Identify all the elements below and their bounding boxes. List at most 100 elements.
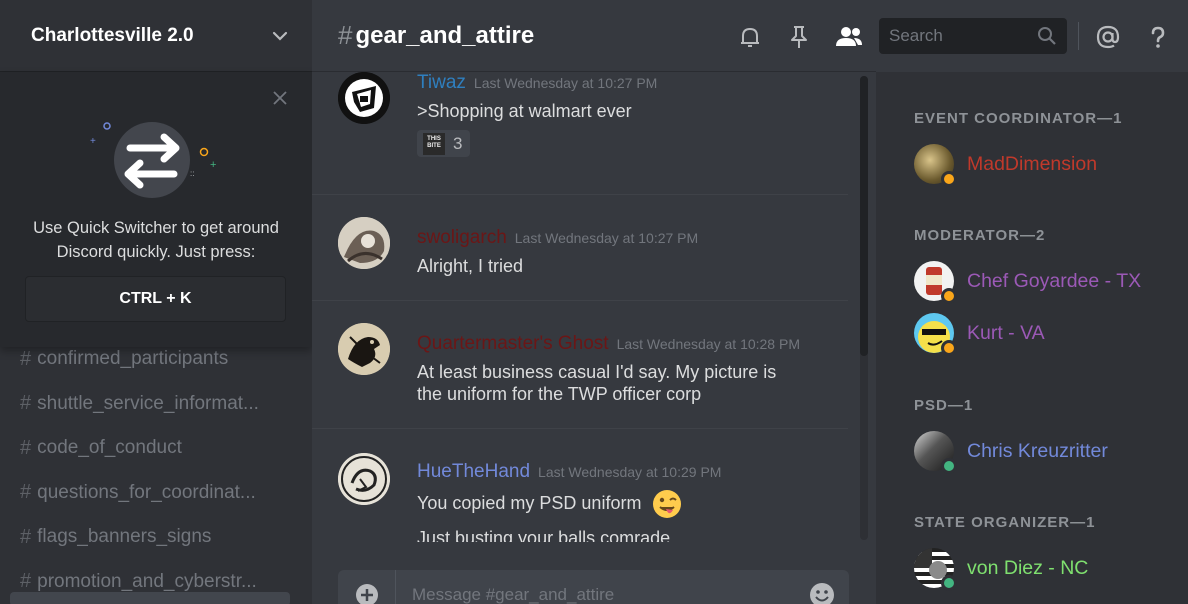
message-list: Tiwaz Last Wednesday at 10:27 PM >Shoppi…: [312, 72, 860, 542]
search-box[interactable]: [879, 18, 1067, 54]
search-icon: [1038, 27, 1056, 45]
member-item[interactable]: Chris Kreuzritter: [914, 431, 1108, 474]
hash-icon: #: [20, 347, 32, 370]
channel-item[interactable]: # flags_banners_signs: [0, 515, 312, 560]
bell-icon: [741, 28, 759, 47]
chat-area: # gear_and_attire Tiwaz Last Wednesday a…: [312, 0, 876, 604]
svg-text:+: +: [210, 159, 216, 171]
message-group: HueTheHand Last Wednesday at 10:29 PM Yo…: [312, 428, 848, 542]
message-group: Tiwaz Last Wednesday at 10:27 PM >Shoppi…: [312, 72, 848, 157]
idle-status-icon: [941, 288, 957, 304]
member-item[interactable]: Chef Goyardee - TX: [914, 261, 1142, 304]
channel-sidebar: Charlottesville 2.0 # confirmed_participa…: [0, 0, 312, 604]
avatar[interactable]: [338, 72, 390, 124]
avatar[interactable]: [338, 323, 390, 375]
message-timestamp: Last Wednesday at 10:28 PM: [616, 336, 800, 352]
message-line: You copied my PSD uniform: [417, 492, 642, 513]
role-header: PSD—1: [914, 397, 974, 414]
channel-item[interactable]: # code_of_conduct: [0, 426, 312, 471]
avatar: [914, 548, 957, 591]
channel-hash: #: [338, 20, 353, 50]
online-status-icon: [941, 575, 957, 591]
winking-tongue-emoji-icon: [653, 490, 682, 518]
chevron-down-icon[interactable]: [272, 31, 288, 41]
toolbar-divider: [1078, 22, 1079, 50]
notification-settings-button[interactable]: [737, 24, 763, 50]
channel-name: code_of_conduct: [37, 437, 182, 459]
members-icon: [836, 27, 862, 46]
avatar: [914, 144, 957, 187]
member-item[interactable]: Kurt - VA: [914, 313, 1045, 356]
hash-icon: #: [20, 525, 32, 548]
channel-name: questions_for_coordinat...: [37, 481, 256, 503]
channel-name: promotion_and_cyberstr...: [37, 570, 257, 592]
channel-item[interactable]: # questions_for_coordinat...: [0, 471, 312, 516]
role-header: STATE ORGANIZER—1: [914, 514, 1096, 531]
server-header[interactable]: Charlottesville 2.0: [0, 0, 312, 72]
add-icon: [355, 584, 378, 604]
member-name: MadDimension: [967, 152, 1098, 175]
message-timestamp: Last Wednesday at 10:29 PM: [538, 464, 722, 480]
hash-icon: #: [20, 436, 32, 459]
avatar: [914, 313, 957, 356]
message-input[interactable]: [412, 585, 792, 604]
mention-icon: [1096, 25, 1120, 49]
member-item[interactable]: von Diez - NC: [914, 548, 1089, 591]
emoji-icon[interactable]: [809, 582, 835, 604]
reaction-count: 3: [453, 133, 463, 153]
quick-switcher-line-2: Discord quickly. Just press:: [56, 243, 256, 261]
hash-icon: #: [20, 481, 32, 504]
message-timestamp: Last Wednesday at 10:27 PM: [473, 75, 658, 91]
message-author[interactable]: swoligarch: [417, 227, 507, 249]
svg-text:+: +: [90, 136, 96, 147]
channel-name: flags_banners_signs: [37, 526, 212, 548]
member-list-toggle[interactable]: [834, 24, 864, 50]
switch-arrows-icon: + + ::: [90, 122, 216, 198]
message-content: You copied my PSD uniform: [417, 489, 848, 519]
channel-list: # confirmed_participants # shuttle_service…: [0, 337, 312, 604]
avatar[interactable]: [338, 217, 390, 269]
quick-switcher-tip: + + :: Use Quick Switcher to get around …: [0, 72, 312, 347]
online-status-icon: [941, 458, 957, 474]
add-attachment-button[interactable]: [338, 570, 396, 604]
message-author[interactable]: Tiwaz: [417, 72, 466, 94]
channel-name: confirmed_participants: [37, 348, 229, 370]
hash-icon: #: [20, 392, 32, 415]
message-header: Tiwaz Last Wednesday at 10:27 PM: [417, 72, 848, 94]
message-line: the uniform for the TWP officer corp: [417, 384, 702, 404]
scrollbar-thumb[interactable]: [860, 76, 868, 356]
message-author[interactable]: Quartermaster's Ghost: [417, 333, 609, 355]
mentions-button[interactable]: [1095, 24, 1121, 50]
channel-item[interactable]: # shuttle_service_informat...: [0, 382, 312, 427]
message-content: Just busting your balls comrade: [417, 528, 671, 542]
message-header: HueTheHand Last Wednesday at 10:29 PM: [417, 461, 848, 483]
member-name: Kurt - VA: [967, 321, 1045, 344]
message-header: Quartermaster's Ghost Last Wednesday at …: [417, 333, 848, 355]
close-icon[interactable]: [272, 90, 288, 106]
emoji-text: THIS BITE: [427, 135, 441, 149]
message-line: At least business casual I'd say. My pic…: [417, 362, 777, 382]
channel-title: gear_and_attire: [355, 21, 535, 49]
message-header: swoligarch Last Wednesday at 10:27 PM: [417, 227, 848, 249]
selected-channel-item[interactable]: [10, 592, 290, 604]
message-content: Alright, I tried: [417, 256, 524, 276]
help-button[interactable]: [1145, 24, 1171, 50]
custom-emoji-icon: THIS BITE: [423, 132, 445, 155]
member-name: von Diez - NC: [967, 556, 1089, 579]
channel-name: shuttle_service_informat...: [37, 392, 259, 414]
message-author[interactable]: HueTheHand: [417, 461, 530, 483]
avatar: [914, 431, 957, 474]
member-name: Chef Goyardee - TX: [967, 269, 1142, 292]
member-item[interactable]: MadDimension: [914, 144, 1098, 187]
reaction-button[interactable]: THIS BITE 3: [417, 130, 471, 157]
avatar: [914, 261, 957, 304]
message-scrollbar[interactable]: [860, 76, 868, 540]
role-header: MODERATOR—2: [914, 227, 1046, 244]
hash-icon: #: [20, 570, 32, 593]
role-header: EVENT COORDINATOR—1: [914, 110, 1123, 127]
pinned-messages-button[interactable]: [786, 24, 812, 50]
search-input[interactable]: [889, 26, 1029, 46]
idle-status-icon: [941, 171, 957, 187]
avatar[interactable]: [338, 453, 390, 505]
svg-text:::: ::: [190, 169, 194, 178]
